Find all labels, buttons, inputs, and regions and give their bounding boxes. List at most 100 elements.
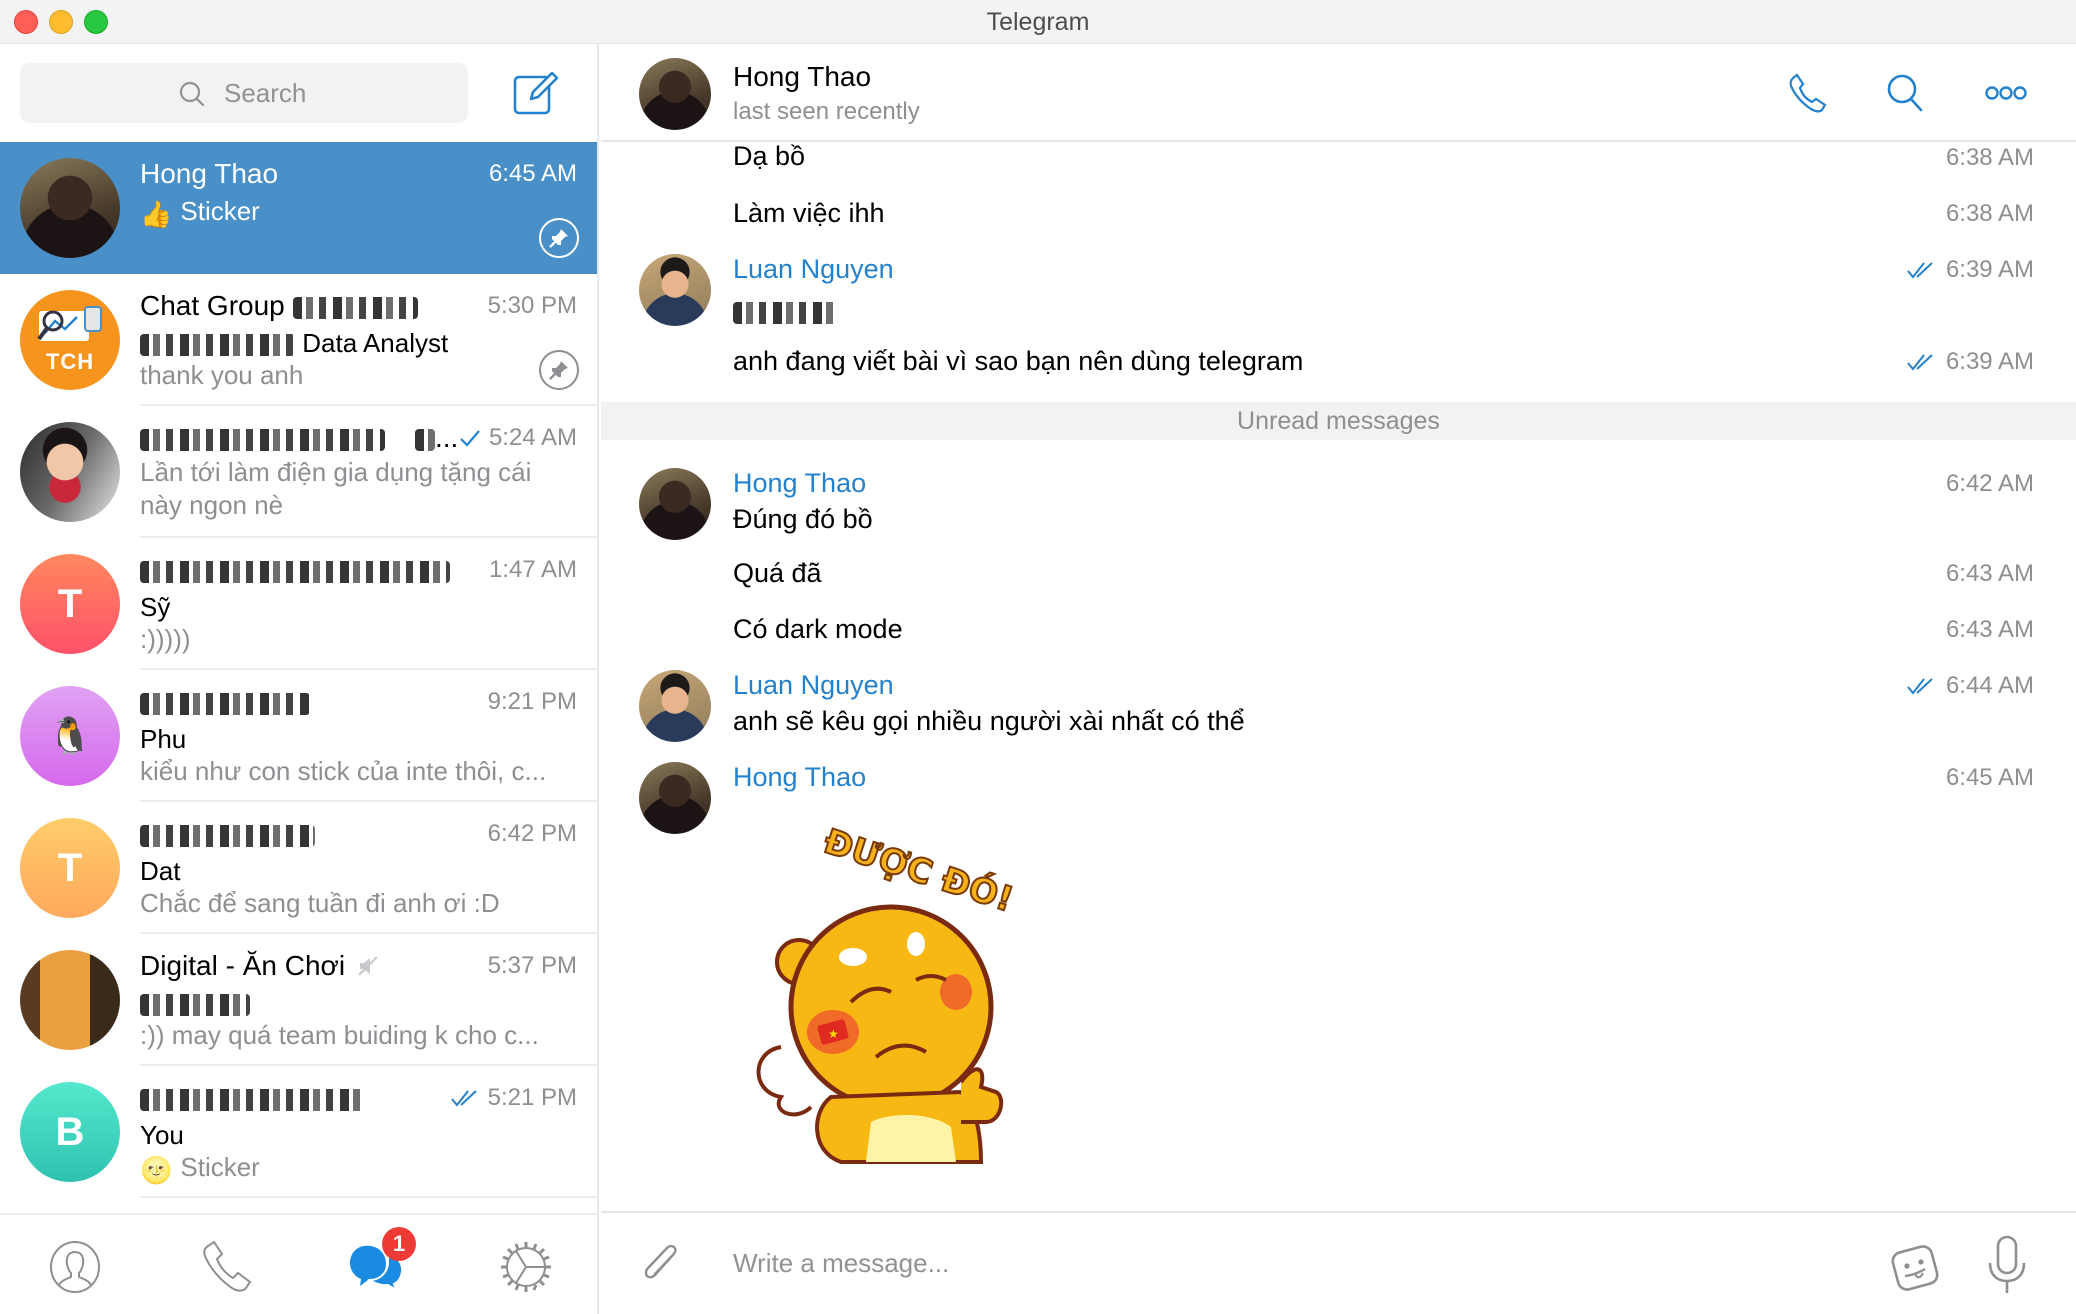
analytics-logo-icon (37, 306, 102, 341)
chat-name[interactable]: Hong Thao (733, 61, 871, 93)
sticker-image: ĐƯỢC ĐÓ! ★ (756, 820, 1019, 1164)
chat-title (140, 554, 450, 586)
time-text: 6:38 AM (1945, 144, 2034, 171)
redacted-text (140, 994, 250, 1017)
calls-tab[interactable] (196, 1237, 256, 1297)
message-time: 6:39 AM (1906, 256, 2034, 284)
person-icon (50, 1241, 100, 1293)
chat-title (140, 818, 315, 850)
read-double-check-icon (1907, 354, 1933, 371)
sender-name[interactable]: Hong Thao (733, 762, 866, 793)
redacted-text (140, 334, 295, 357)
chat-title (140, 686, 310, 718)
sender-avatar[interactable] (639, 670, 711, 742)
message-composer (601, 1211, 2076, 1314)
chat-list-item[interactable]: 🐧 9:21 PM Phu kiểu như con stick của int… (0, 670, 597, 802)
chat-sender: Phu (140, 724, 187, 754)
chat-preview: :)) may quá team buiding k cho c... (140, 1020, 539, 1050)
bottom-nav: 1 (0, 1213, 597, 1314)
preview-text: Sticker (180, 196, 260, 226)
sender-name[interactable]: Hong Thao (733, 468, 866, 499)
chat-list-item[interactable]: TCH Chat Group 5:30 PM Data Analyst than… (0, 274, 597, 406)
sender-name[interactable]: Luan Nguyen (733, 254, 894, 285)
chats-tab[interactable]: 1 (346, 1227, 416, 1297)
message-text: Có dark mode (733, 614, 903, 644)
sender-name[interactable]: Luan Nguyen (733, 670, 894, 701)
search-input[interactable] (20, 63, 468, 123)
chat-status: last seen recently (733, 98, 920, 125)
phone-icon (1789, 73, 1827, 113)
redacted-text (140, 824, 315, 847)
chat-list: Hong Thao 6:45 AM 👍 Sticker TCH Chat Grou… (0, 142, 597, 1198)
chat-list-item[interactable]: T 6:42 PM Dat Chắc để sang tuần đi anh ơ… (0, 802, 597, 934)
chat-list-item[interactable]: B 5:21 PM You 🌝 Sticker (0, 1066, 597, 1198)
contacts-tab[interactable] (45, 1237, 105, 1297)
redacted-text (733, 301, 838, 324)
message-input[interactable] (733, 1233, 1833, 1293)
time-text: 5:24 AM (488, 424, 577, 451)
unread-messages-divider: Unread messages (601, 402, 2076, 440)
settings-tab[interactable] (496, 1237, 556, 1297)
sticker-message[interactable]: ĐƯỢC ĐÓ! ★ (741, 820, 1081, 1167)
more-dots-icon (1985, 86, 2027, 100)
chat-time: 9:21 PM (488, 688, 577, 716)
chat-title: Digital - Ăn Chơi (140, 950, 379, 982)
search-icon (1887, 74, 1923, 112)
message-text (733, 296, 838, 327)
chat-list-item[interactable]: Digital - Ăn Chơi 5:37 PM :)) may quá te… (0, 934, 597, 1066)
title-text: Chat Group (140, 290, 285, 321)
sticker-icon[interactable] (1887, 1239, 1943, 1295)
message-time: 6:43 AM (1946, 560, 2034, 588)
attach-icon[interactable] (637, 1241, 685, 1289)
chat-title (140, 1082, 365, 1114)
chat-preview: Lần tới làm điện gia dụng tặng cái này n… (140, 457, 532, 520)
chat-preview: thank you anh (140, 360, 304, 390)
time-text: 6:43 AM (1945, 616, 2034, 643)
search-box[interactable] (20, 63, 468, 123)
sender-avatar[interactable] (639, 468, 711, 540)
read-double-check-icon (1907, 678, 1933, 695)
chat-list-item[interactable]: Hong Thao 6:45 AM 👍 Sticker (0, 142, 597, 274)
chat-time: 5:24 AM (459, 424, 577, 452)
chat-header: Hong Thao last seen recently (601, 44, 2076, 142)
read-double-check-icon (450, 1090, 477, 1107)
message-time: 6:42 AM (1946, 470, 2034, 498)
message-time: 6:39 AM (1906, 348, 2034, 376)
microphone-icon[interactable] (1987, 1235, 2027, 1295)
chat-sidebar: Hong Thao 6:45 AM 👍Sticker TCH Chat Grou… (0, 44, 599, 1314)
message-text: Dạ bồ (733, 142, 806, 171)
svg-text:★: ★ (828, 1027, 839, 1041)
time-text: 6:42 PM (487, 820, 577, 847)
sticker-caption: ĐƯỢC ĐÓ! (819, 822, 1018, 920)
muted-icon (358, 956, 378, 976)
sender-avatar[interactable] (639, 254, 711, 326)
sender-avatar[interactable] (639, 762, 711, 834)
chat-title: Chat Group (140, 290, 418, 322)
chat-sender: Dat (140, 856, 181, 886)
message-text: Làm việc ihh (733, 198, 885, 228)
avatar (20, 158, 120, 258)
compose-icon[interactable] (512, 69, 560, 117)
chat-preview: Chắc để sang tuần đi anh ơi :D (140, 888, 500, 918)
moon-face-emoji: 🌝 (140, 1155, 173, 1185)
time-text: 5:37 PM (487, 952, 577, 979)
chat-avatar[interactable] (639, 58, 711, 130)
chat-sender (140, 988, 250, 1019)
phone-icon (203, 1240, 252, 1292)
chat-preview: 👍 Sticker (140, 196, 260, 230)
message-text: anh sẽ kêu gọi nhiều người xài nhất có t… (733, 706, 1245, 736)
chat-list-item[interactable]: ... 5:24 AM Lần tới làm điện gia dụng tặ… (0, 406, 597, 538)
more-options-button[interactable] (1983, 70, 2029, 116)
chat-subtitle: Data Analyst (140, 328, 448, 359)
message-list: Dạ bồ 6:38 AM Làm việc ihh 6:38 AM Luan … (601, 142, 2076, 1211)
search-chat-button[interactable] (1883, 70, 1929, 116)
chat-time: 6:42 PM (488, 820, 577, 848)
chat-list-item[interactable]: T 1:47 AM Sỹ :))))) (0, 538, 597, 670)
chat-time: 5:30 PM (488, 292, 577, 320)
time-text: 5:21 PM (487, 1084, 577, 1111)
divider (140, 1196, 597, 1198)
title-text: Digital - Ăn Chơi (140, 950, 346, 981)
avatar: B (20, 1082, 120, 1182)
window-title: Telegram (986, 8, 1090, 36)
call-button[interactable] (1784, 70, 1830, 116)
